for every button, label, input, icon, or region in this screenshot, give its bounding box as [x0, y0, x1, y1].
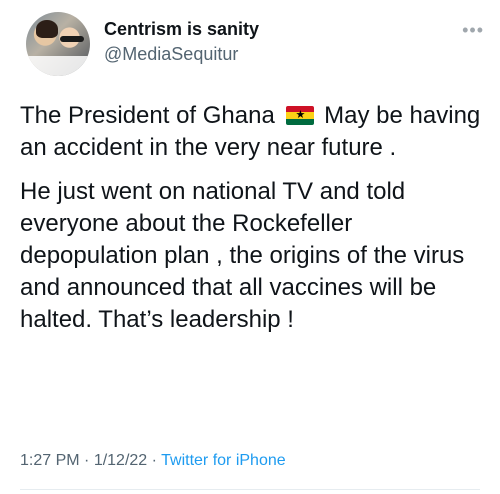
handle[interactable]: @MediaSequitur — [104, 42, 259, 66]
tweet-meta: 1:27 PM · 1/12/22 · Twitter for iPhone — [20, 452, 286, 470]
more-options-icon[interactable]: ••• — [462, 20, 484, 41]
author-names: Centrism is sanity @MediaSequitur — [104, 18, 259, 66]
avatar-sunglasses — [60, 36, 84, 42]
display-name[interactable]: Centrism is sanity — [104, 18, 259, 40]
divider — [20, 489, 480, 490]
tweet-header: Centrism is sanity @MediaSequitur ••• — [20, 8, 490, 78]
tweet-source-link[interactable]: Twitter for iPhone — [161, 452, 286, 469]
ghana-flag-icon: ★ — [285, 106, 314, 125]
tweet-date[interactable]: 1/12/22 — [94, 452, 147, 469]
tweet-paragraph-2: He just went on national TV and told eve… — [20, 178, 465, 333]
avatar[interactable] — [26, 12, 90, 76]
meta-separator: · — [147, 452, 162, 469]
tweet-card: Centrism is sanity @MediaSequitur ••• Th… — [0, 0, 500, 494]
meta-separator: · — [79, 452, 94, 469]
tweet-text: The President of Ghana ★ May be having a… — [20, 100, 482, 348]
tweet-paragraph-1: The President of Ghana ★ May be having a… — [20, 100, 482, 164]
tweet-text-part-1: The President of Ghana — [20, 102, 275, 129]
avatar-shirt — [26, 56, 90, 76]
tweet-time[interactable]: 1:27 PM — [20, 452, 80, 469]
avatar-hair — [36, 20, 58, 38]
